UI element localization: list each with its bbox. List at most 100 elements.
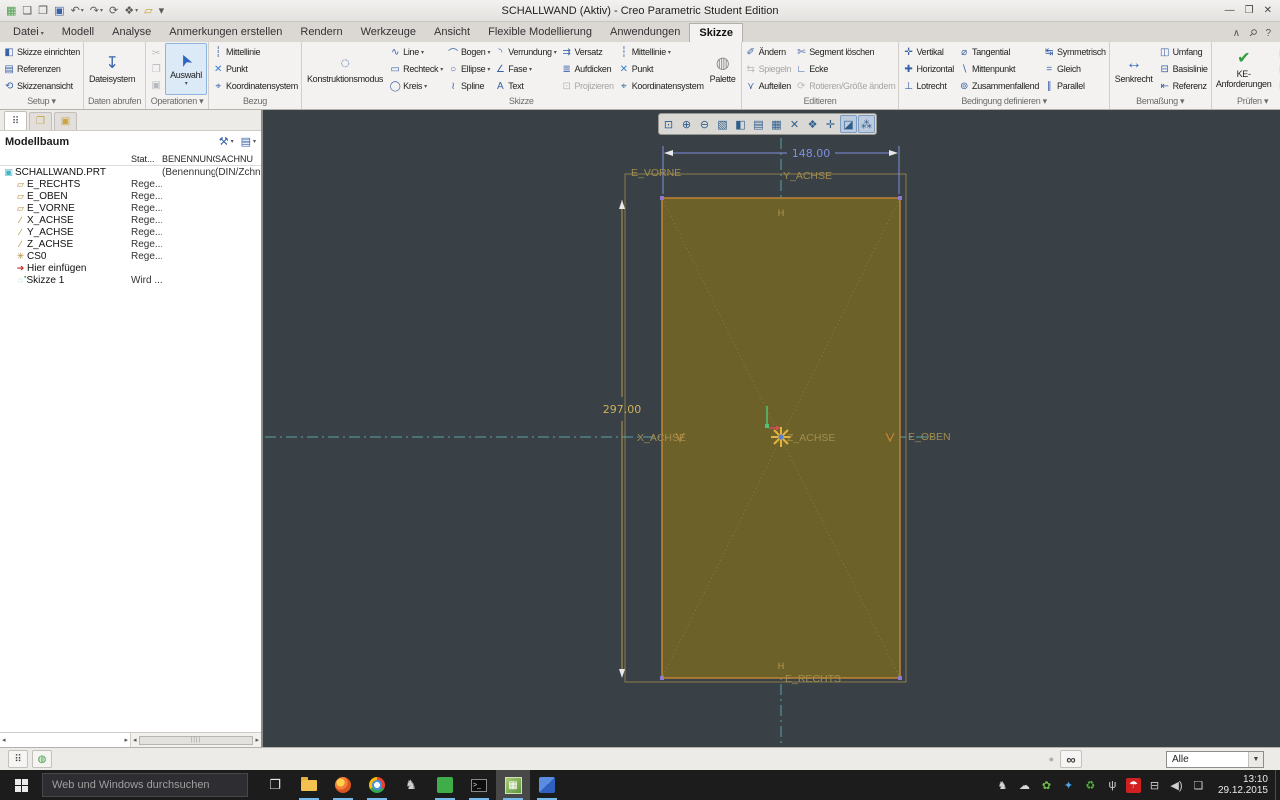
group-label-pruefen[interactable]: Prüfen ▾ (1213, 96, 1280, 109)
mittellinie-button[interactable]: ┆Mittellinie (210, 44, 300, 61)
tree-item-e-oben[interactable]: ▱E_OBENRege... (0, 190, 261, 202)
open-file-button[interactable]: ❐ (37, 4, 49, 17)
firefox-taskbar-button[interactable] (326, 770, 360, 800)
group-label-bedingung-definieren[interactable]: Bedingung definieren ▾ (900, 96, 1107, 109)
modelltree-tab[interactable]: ⠿ (4, 111, 27, 130)
aufteilen-button[interactable]: ⋎Aufteilen (743, 78, 794, 95)
zoom-in-button[interactable]: ⊕ (678, 115, 695, 133)
tab-flexible-modellierung[interactable]: Flexible Modellierung (479, 23, 601, 42)
referenz-button[interactable]: ⇤Referenz (1157, 78, 1210, 95)
graphics-canvas[interactable]: 148.00 297.00 H H (263, 110, 1280, 747)
tree-name-scrollbar[interactable]: ◂▸ (0, 733, 131, 747)
datum-display-button[interactable]: ✕ (786, 115, 803, 133)
network-icon[interactable]: ⊟ (1146, 779, 1163, 792)
column-benennung[interactable]: BENENNUNG (162, 154, 215, 164)
task-view-taskbar-button[interactable]: ❐ (258, 770, 292, 800)
sketch-view-button[interactable]: ◪ (840, 115, 857, 133)
scrollbar-thumb[interactable]: |||| (139, 736, 254, 745)
konstruktionsmodus-button[interactable]: ◌Konstruktionsmodus (303, 43, 387, 95)
koordinatensystem-skizze-button[interactable]: ⌖Koordinatensystem (616, 78, 706, 95)
tab-skizze[interactable]: Skizze (689, 23, 743, 42)
bogen-button[interactable]: ⌒Bogen▾ (445, 44, 492, 61)
maximize-button[interactable]: ❐ (1245, 5, 1254, 16)
tree-item-cs0[interactable]: ✳CS0Rege... (0, 250, 261, 262)
zoom-out-button[interactable]: ⊖ (696, 115, 713, 133)
label-e-oben[interactable]: E_OBEN (908, 431, 951, 443)
app-blue-taskbar-button[interactable] (530, 770, 564, 800)
gleich-button[interactable]: =Gleich (1041, 61, 1108, 78)
refit-button[interactable]: ⊡ (660, 115, 677, 133)
parallel-button[interactable]: ∥Parallel (1041, 78, 1108, 95)
column-stat[interactable]: Stat... (131, 154, 162, 164)
dateisystem-button[interactable]: ↧Dateisystem (85, 43, 139, 95)
tree-item-hier-einfuegen[interactable]: ➔Hier einfügen (0, 262, 261, 274)
palette-button[interactable]: ◍Palette (706, 43, 740, 95)
horizontal-button[interactable]: ✚Horizontal (900, 61, 956, 78)
kreis-button[interactable]: ◯Kreis▾ (387, 78, 445, 95)
tree-item-z-achse[interactable]: ∕Z_ACHSERege... (0, 238, 261, 250)
group-label-bemassung[interactable]: Bemaßung ▾ (1111, 96, 1210, 109)
tree-filter-button[interactable]: ⚒▾ (219, 135, 234, 148)
offene-enden-button[interactable]: ◩ (1276, 62, 1280, 77)
display-style-button[interactable]: ◧ (732, 115, 749, 133)
view-capture-button[interactable]: ▦ (768, 115, 785, 133)
tree-item-skizze-1[interactable]: ◌▪Skizze 1Wird ... (0, 274, 261, 286)
open-folder-button[interactable]: ▱ (143, 4, 153, 17)
tab-werkzeuge[interactable]: Werkzeuge (352, 23, 425, 42)
show-desktop-button[interactable] (1275, 770, 1280, 800)
spin-center-button[interactable]: ✛ (822, 115, 839, 133)
customize-toolbar-button[interactable]: ▾ (158, 4, 166, 17)
ecke-button[interactable]: ∟Ecke (793, 61, 897, 78)
tree-columns-scrollbar[interactable]: ◂||||▸ (131, 733, 261, 747)
search-icon[interactable]: ⚲ (1246, 27, 1259, 40)
dim-height-value[interactable]: 297.00 (603, 403, 642, 416)
tree-item-x-achse[interactable]: ∕X_ACHSERege... (0, 214, 261, 226)
senkrecht-button[interactable]: ↔Senkrecht (1111, 43, 1157, 95)
rechteck-button[interactable]: ▭Rechteck▾ (387, 61, 445, 78)
sketch-display-button[interactable]: ⁂ (858, 115, 875, 133)
versatz-button[interactable]: ⇉Versatz (558, 44, 615, 61)
file-explorer-taskbar-button[interactable] (292, 770, 326, 800)
close-button[interactable]: ✕ (1264, 5, 1272, 16)
group-label-operationen[interactable]: Operationen ▾ (147, 96, 207, 109)
start-button[interactable] (0, 770, 42, 800)
ueberlappende-geometrie-button[interactable]: ▩ (1276, 46, 1280, 61)
line-button[interactable]: ∿Line▾ (387, 44, 445, 61)
vertikal-button[interactable]: ✛Vertikal (900, 44, 956, 61)
punkt-button[interactable]: ✕Punkt (210, 61, 300, 78)
ellipse-button[interactable]: ○Ellipse▾ (445, 61, 492, 78)
taskbar-clock[interactable]: 13:10 29.12.2015 (1211, 774, 1275, 796)
label-z-achse[interactable]: Z_ACHSE (787, 432, 835, 444)
symmetrisch-button[interactable]: ↹Symmetrisch (1041, 44, 1108, 61)
minimize-button[interactable]: — (1225, 5, 1235, 16)
favorites-tab[interactable]: ▣ (54, 112, 77, 130)
mittellinie-skizze-button[interactable]: ┆Mittellinie▾ (616, 44, 706, 61)
label-x-achse[interactable]: X_ACHSE (637, 432, 686, 444)
tray-blue-icon[interactable]: ✦ (1060, 779, 1077, 792)
tab-datei[interactable]: Datei▾ (4, 23, 53, 42)
tab-modell[interactable]: Modell (53, 23, 103, 42)
window-switch-button[interactable]: ❖▾ (123, 4, 139, 17)
app-dark-taskbar-button[interactable]: ♞ (394, 770, 428, 800)
mittenpunkt-button[interactable]: ∖Mittenpunkt (956, 61, 1041, 78)
tray-green-icon[interactable]: ✿ (1038, 779, 1055, 792)
annotation-display-button[interactable]: ❖ (804, 115, 821, 133)
browser-toggle-button[interactable]: ◍ (32, 750, 52, 768)
spline-button[interactable]: ≀Spline (445, 78, 492, 95)
tree-item-y-achse[interactable]: ∕Y_ACHSERege... (0, 226, 261, 238)
lotrecht-button[interactable]: ⊥Lotrecht (900, 78, 956, 95)
modeltree-toggle-button[interactable]: ⠿ (8, 750, 28, 768)
chrome-taskbar-button[interactable] (360, 770, 394, 800)
column-sachnummer[interactable]: SACHNU (215, 154, 261, 164)
label-e-vorne[interactable]: E_VORNE (631, 167, 681, 179)
onedrive-icon[interactable]: ☁ (1016, 779, 1033, 792)
label-y-achse[interactable]: Y_ACHSE (783, 170, 832, 182)
geschlossene-schleifen-button[interactable]: ▨ (1276, 78, 1280, 93)
fase-button[interactable]: ∠Fase▾ (492, 61, 558, 78)
tab-anwendungen[interactable]: Anwendungen (601, 23, 689, 42)
vertex-top-right[interactable] (898, 196, 902, 200)
segment-loeschen-button[interactable]: ✄Segment löschen (793, 44, 897, 61)
app-green-taskbar-button[interactable] (428, 770, 462, 800)
folder-browser-tab[interactable]: ❐ (29, 112, 52, 130)
tree-item-e-rechts[interactable]: ▱E_RECHTSRege... (0, 178, 261, 190)
